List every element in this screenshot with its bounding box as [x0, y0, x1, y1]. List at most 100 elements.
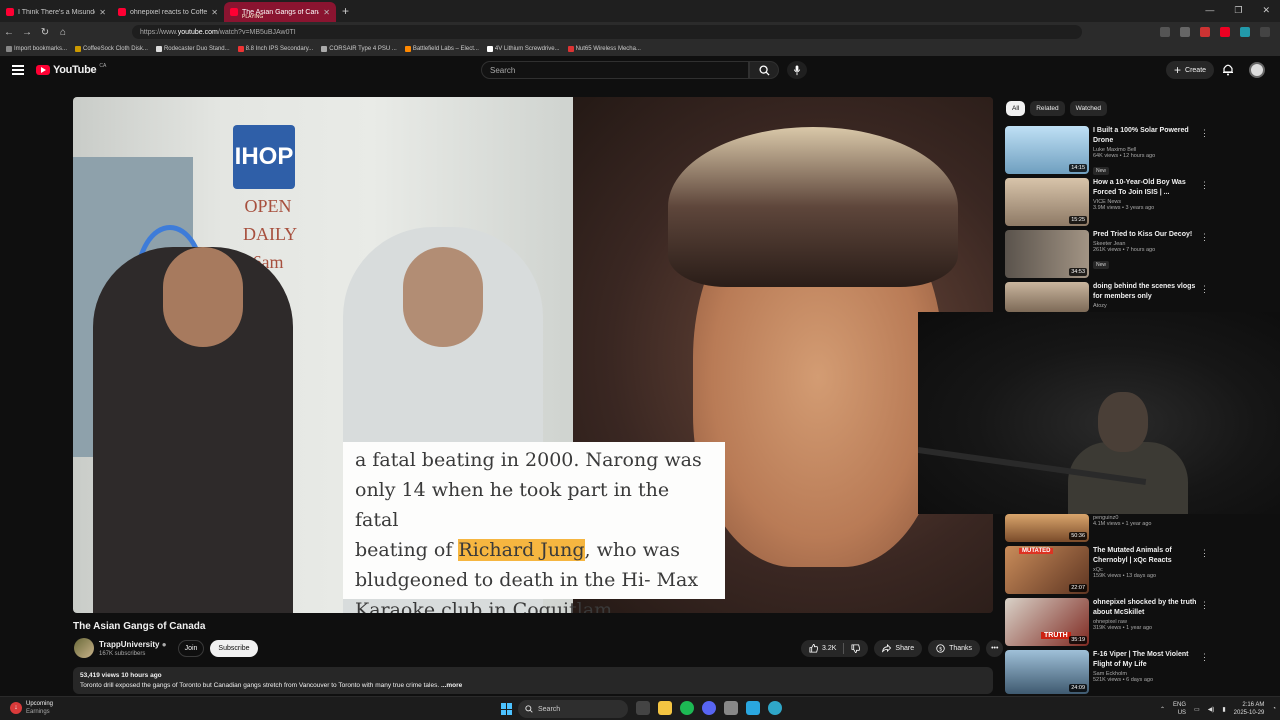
rec-title[interactable]: I Built a 100% Solar Powered Drone	[1093, 126, 1198, 146]
spotify-icon[interactable]	[680, 701, 694, 715]
rec-title[interactable]: The Mutated Animals of Chernobyl | xQc R…	[1093, 546, 1198, 566]
recommendation-item[interactable]: 15:25 How a 10-Year-Old Boy Was Forced T…	[1005, 178, 1220, 226]
url-input[interactable]: https://www. youtube.com/watch?v=MB5uBJAw…	[132, 25, 1082, 39]
thanks-button[interactable]: $ Thanks	[928, 640, 981, 657]
clock[interactable]: 2:16 AM 2025-10-29	[1234, 701, 1265, 717]
subscribe-button[interactable]: Subscribe	[210, 640, 258, 657]
close-window-icon[interactable]: ✕	[1262, 5, 1270, 16]
chip-all[interactable]: All	[1006, 101, 1026, 116]
bookmark-item[interactable]: CoffeeSock Cloth Disk...	[75, 46, 148, 52]
forward-icon[interactable]: →	[18, 27, 36, 38]
recommendation-item[interactable]: 14:15 I Built a 100% Solar Powered Drone…	[1005, 126, 1220, 175]
bookmark-item[interactable]: 4V Lithium Screwdrive...	[486, 46, 560, 52]
rec-title[interactable]: How a 10-Year-Old Boy Was Forced To Join…	[1093, 178, 1198, 198]
description-box[interactable]: 53,419 views 10 hours ago Toronto drill …	[73, 667, 993, 694]
notification-icon[interactable]: ◔	[1272, 706, 1276, 712]
recommendation-item[interactable]: 50:36 penguinz0 4.1M views • 1 year ago	[1005, 514, 1220, 542]
minimize-icon[interactable]: —	[1205, 5, 1214, 16]
more-vertical-icon[interactable]: ⋮	[1200, 180, 1209, 191]
video-thumbnail[interactable]: 34:53	[1005, 230, 1089, 278]
rec-title[interactable]: F-16 Viper | The Most Violent Flight of …	[1093, 650, 1198, 670]
menu-icon[interactable]	[1260, 27, 1270, 37]
more-vertical-icon[interactable]: ⋮	[1200, 548, 1209, 559]
close-tab-icon[interactable]: ✕	[323, 8, 330, 17]
video-thumbnail[interactable]	[1005, 282, 1089, 312]
video-thumbnail[interactable]: TRUTH 35:19	[1005, 598, 1089, 646]
youtube-logo[interactable]: YouTube CA	[36, 63, 106, 76]
channel-name[interactable]: TrappUniversity ●	[99, 640, 167, 649]
browser-icon[interactable]	[768, 701, 782, 715]
video-player[interactable]: IHOP OPEN DAILY 6am a fatal beating in 2…	[73, 97, 993, 613]
battery-icon[interactable]: ▮	[1222, 706, 1225, 713]
recommendation-item[interactable]: TRUTH 35:19 ohnepixel shocked by the tru…	[1005, 598, 1220, 646]
thumbs-down-icon[interactable]	[851, 644, 861, 653]
recommendation-item[interactable]: 24:09 F-16 Viper | The Most Violent Flig…	[1005, 650, 1220, 694]
account-avatar[interactable]	[1249, 62, 1265, 78]
more-vertical-icon[interactable]: ⋮	[1200, 232, 1209, 243]
extension-icon[interactable]	[1200, 27, 1210, 37]
bookmark-item[interactable]: Nut65 Wireless Mecha...	[567, 46, 641, 52]
rec-title[interactable]: ohnepixel shocked by the truth about McS…	[1093, 598, 1198, 618]
widgets-button[interactable]: ↓ Upcoming Earnings	[10, 700, 53, 716]
video-thumbnail[interactable]: 50:36	[1005, 514, 1089, 542]
create-button[interactable]: + Create	[1166, 61, 1215, 79]
recommendation-item[interactable]: doing behind the scenes vlogs for member…	[1005, 282, 1220, 312]
like-button[interactable]: 3.2K	[801, 640, 869, 657]
taskbar-search[interactable]: Search	[518, 700, 628, 718]
task-view-icon[interactable]	[636, 701, 650, 715]
more-vertical-icon[interactable]: ⋮	[1200, 284, 1209, 295]
browser-tab[interactable]: I Think There's a Misunderstan ✕	[0, 2, 112, 22]
more-vertical-icon[interactable]: ⋮	[1200, 128, 1209, 139]
video-thumbnail[interactable]: 24:09	[1005, 650, 1089, 694]
rec-title[interactable]: doing behind the scenes vlogs for member…	[1093, 282, 1198, 302]
back-icon[interactable]: ←	[0, 27, 18, 38]
video-thumbnail[interactable]: MUTATED 22:07	[1005, 546, 1089, 594]
bookmark-item[interactable]: Rodecaster Duo Stand...	[155, 46, 230, 52]
recommendation-item[interactable]: 34:53 Pred Tried to Kiss Our Decoy! Skee…	[1005, 230, 1220, 278]
notifications-bell-icon[interactable]	[1222, 63, 1234, 76]
file-explorer-icon[interactable]	[658, 701, 672, 715]
channel-avatar[interactable]	[74, 638, 94, 658]
show-more-link[interactable]: ...more	[441, 682, 462, 689]
download-icon[interactable]	[1160, 27, 1170, 37]
bookmark-item[interactable]: Battlefield Labs – Elect...	[404, 46, 479, 52]
more-vertical-icon[interactable]: ⋮	[1200, 652, 1209, 663]
share-button[interactable]: Share	[874, 640, 923, 657]
join-button[interactable]: Join	[178, 640, 204, 657]
rec-title[interactable]: Pred Tried to Kiss Our Decoy!	[1093, 230, 1198, 240]
extension-icon[interactable]	[1240, 27, 1250, 37]
close-tab-icon[interactable]: ✕	[99, 8, 106, 17]
reload-icon[interactable]: ↻	[36, 27, 54, 38]
monitor-icon[interactable]: ▭	[1194, 706, 1200, 713]
more-actions-button[interactable]: •••	[986, 640, 1004, 657]
browser-tab-active[interactable]: The Asian Gangs of Canada - Y PLAYING ✕	[224, 2, 336, 22]
language-indicator[interactable]: ENG US	[1173, 701, 1186, 717]
maximize-icon[interactable]: ❐	[1234, 5, 1242, 16]
chip-related[interactable]: Related	[1030, 101, 1065, 116]
extension-icon[interactable]	[1180, 27, 1190, 37]
bookmark-item[interactable]: CORSAIR Type 4 PSU ...	[321, 46, 397, 52]
home-icon[interactable]: ⌂	[54, 27, 72, 38]
windows-start-icon[interactable]	[501, 703, 513, 715]
video-thumbnail[interactable]: 14:15	[1005, 126, 1089, 174]
search-button[interactable]	[749, 61, 779, 79]
close-tab-icon[interactable]: ✕	[211, 8, 218, 17]
youtube-extension-icon[interactable]	[1220, 27, 1230, 37]
menu-icon[interactable]	[12, 65, 24, 75]
chevron-up-icon[interactable]: ⌃	[1160, 706, 1165, 713]
chip-watched[interactable]: Watched	[1069, 101, 1108, 116]
volume-icon[interactable]: ◀)	[1208, 706, 1215, 713]
rec-channel[interactable]: Atozy	[1093, 303, 1198, 309]
video-thumbnail[interactable]: 15:25	[1005, 178, 1089, 226]
voice-search-button[interactable]	[787, 61, 807, 79]
bookmark-item[interactable]: Import bookmarks...	[6, 46, 67, 52]
telegram-icon[interactable]	[746, 701, 760, 715]
new-tab-icon[interactable]: +	[342, 4, 349, 18]
app-icon[interactable]	[724, 701, 738, 715]
discord-icon[interactable]	[702, 701, 716, 715]
more-vertical-icon[interactable]: ⋮	[1200, 600, 1209, 611]
bookmark-item[interactable]: 8.8 Inch IPS Secondary...	[237, 46, 313, 52]
browser-tab[interactable]: ohnepixel reacts to Coffeezilla's ✕	[112, 2, 224, 22]
search-input[interactable]: Search	[481, 61, 749, 79]
recommendation-item[interactable]: MUTATED 22:07 The Mutated Animals of Che…	[1005, 546, 1220, 594]
